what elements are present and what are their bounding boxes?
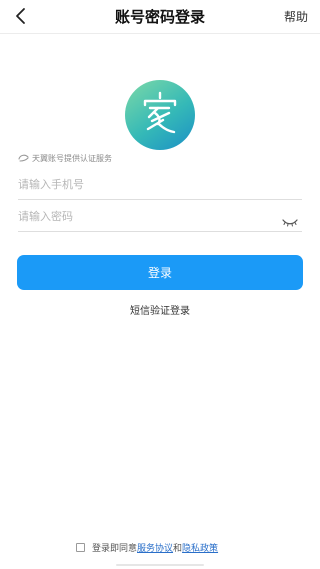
password-visibility-toggle[interactable] — [282, 212, 298, 227]
phone-field — [18, 170, 302, 200]
login-screen: 账号密码登录 帮助 天翼账号提供认证服务 请输入手机号 登录 短信验证登录 登录… — [0, 0, 320, 569]
home-indicator — [116, 564, 204, 566]
phone-input[interactable] — [18, 170, 268, 199]
eye-closed-icon — [282, 219, 298, 227]
agreement-row: 登录即同意 服务协议 和 隐私政策 — [76, 540, 218, 554]
header-bar: 账号密码登录 帮助 — [0, 0, 320, 34]
page-title: 账号密码登录 — [114, 8, 205, 26]
service-note: 天翼账号提供认证服务 — [18, 151, 112, 165]
sms-login-link[interactable]: 短信验证登录 — [0, 302, 320, 317]
agreement-prefix: 登录即同意 — [92, 543, 138, 554]
help-button[interactable]: 帮助 — [284, 8, 308, 25]
service-agreement-link[interactable]: 服务协议 — [137, 541, 173, 554]
agreement-conjunction: 和 — [173, 543, 183, 554]
login-button[interactable]: 登录 — [17, 255, 303, 290]
home-character-logo-icon — [143, 91, 177, 134]
app-logo — [125, 80, 195, 150]
service-note-text: 天翼账号提供认证服务 — [32, 153, 112, 163]
privacy-policy-link[interactable]: 隐私政策 — [182, 541, 218, 554]
tianyi-cloud-icon — [18, 154, 29, 162]
password-field — [18, 202, 302, 232]
password-input[interactable] — [18, 202, 268, 231]
agreement-checkbox[interactable] — [76, 542, 85, 552]
